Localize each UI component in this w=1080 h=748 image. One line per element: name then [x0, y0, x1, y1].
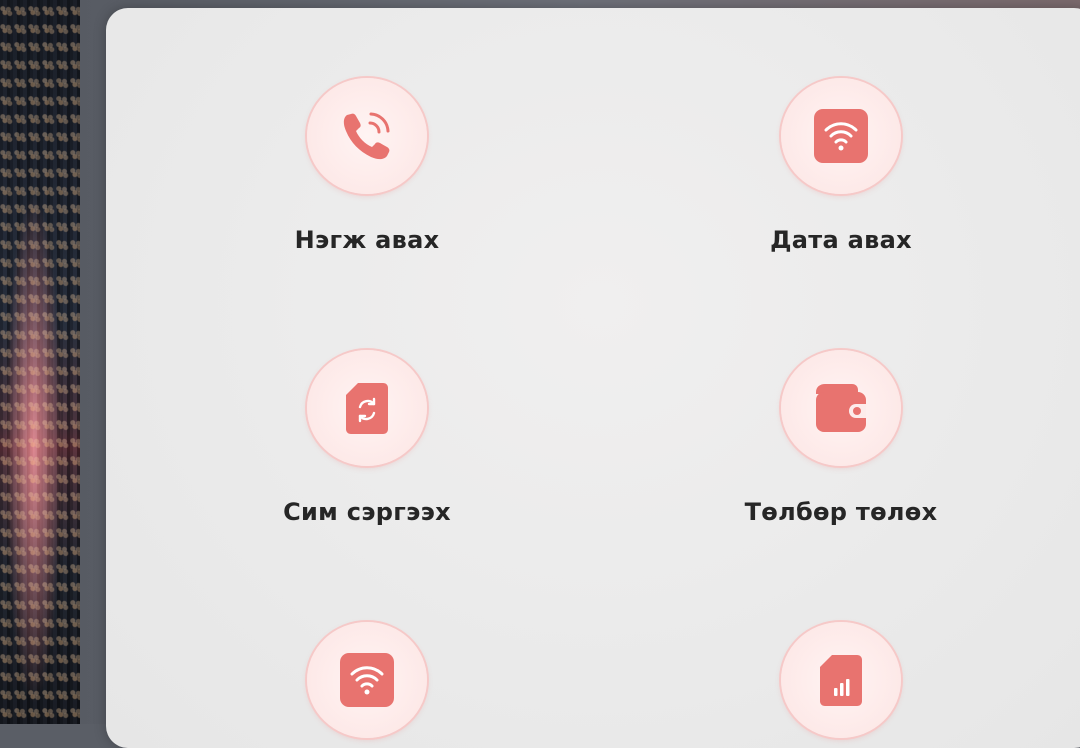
- background-city-photo: [0, 0, 84, 724]
- service-label: Дата авах: [770, 226, 912, 254]
- sim-signal-icon: [820, 655, 862, 706]
- wifi-icon: [340, 653, 394, 707]
- service-icon-circle[interactable]: [307, 78, 427, 194]
- service-label: Нэгж авах: [294, 226, 440, 254]
- service-icon-circle[interactable]: [307, 622, 427, 738]
- service-icon-circle[interactable]: [781, 78, 901, 194]
- service-icon-circle[interactable]: [781, 350, 901, 466]
- service-icon-circle[interactable]: [781, 622, 901, 738]
- service-label: Төлбөр төлөх: [744, 498, 938, 526]
- services-panel: [106, 8, 1080, 748]
- service-icon-circle[interactable]: [307, 350, 427, 466]
- wallet-icon: [816, 384, 866, 432]
- wifi-icon: [814, 109, 868, 163]
- service-label: Сим сэргээх: [283, 498, 451, 526]
- phone-call-icon: [343, 112, 390, 160]
- sim-refresh-icon: [346, 383, 388, 434]
